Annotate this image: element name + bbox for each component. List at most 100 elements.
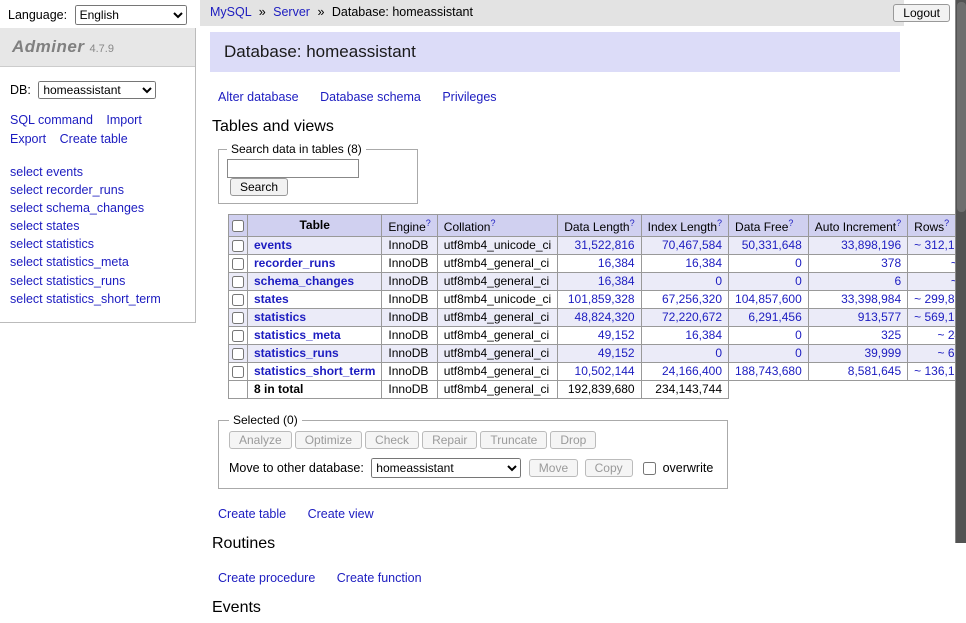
auto_increment-link[interactable]: 8,581,645	[848, 364, 901, 378]
search-input[interactable]	[227, 159, 359, 178]
row-checkbox[interactable]	[232, 240, 244, 252]
help-icon[interactable]: ?	[788, 218, 793, 228]
breadcrumb-separator: »	[317, 5, 324, 19]
index_length-link[interactable]: 72,220,672	[662, 310, 722, 324]
optimize-button[interactable]: Optimize	[295, 431, 362, 449]
data_length-link[interactable]: 16,384	[598, 256, 635, 270]
index_length-link[interactable]: 24,166,400	[662, 364, 722, 378]
data_free-link[interactable]: 0	[795, 328, 802, 342]
sidebar-table-link-select-statistics-runs[interactable]: select statistics_runs	[10, 272, 185, 290]
sidebar-table-link-select-recorder-runs[interactable]: select recorder_runs	[10, 181, 185, 199]
adminer-logo[interactable]: Adminer	[12, 37, 84, 56]
auto_increment-link[interactable]: 378	[881, 256, 901, 270]
overwrite-checkbox[interactable]	[643, 462, 656, 475]
select-all-checkbox[interactable]	[232, 220, 244, 232]
footer-link-create-table[interactable]: Create table	[218, 507, 286, 521]
data_length-link[interactable]: 48,824,320	[575, 310, 635, 324]
drop-button[interactable]: Drop	[550, 431, 596, 449]
sidebar-table-link-select-statistics-meta[interactable]: select statistics_meta	[10, 253, 185, 271]
auto_increment-link[interactable]: 33,398,984	[841, 292, 901, 306]
index_length-link[interactable]: 67,256,320	[662, 292, 722, 306]
breadcrumb-server-link[interactable]: Server	[273, 5, 310, 19]
scrollbar[interactable]	[955, 0, 966, 543]
sidebar-link-create-table[interactable]: Create table	[60, 132, 128, 146]
index_length-link[interactable]: 16,384	[685, 328, 722, 342]
cell-engine: InnoDB	[382, 237, 437, 255]
move-db-select[interactable]: homeassistant	[371, 458, 521, 478]
data_free-link[interactable]: 104,857,600	[735, 292, 802, 306]
table-name-link[interactable]: schema_changes	[254, 274, 354, 288]
help-icon[interactable]: ?	[630, 218, 635, 228]
table-row: statesInnoDButf8mb4_unicode_ci101,859,32…	[229, 291, 966, 309]
move-button[interactable]: Move	[529, 459, 578, 477]
help-icon[interactable]: ?	[490, 218, 495, 228]
truncate-button[interactable]: Truncate	[480, 431, 547, 449]
data_free-link[interactable]: 50,331,648	[742, 238, 802, 252]
table-name-link[interactable]: statistics_meta	[254, 328, 341, 342]
footer-link-create-view[interactable]: Create view	[308, 507, 374, 521]
index_length-link[interactable]: 16,384	[685, 256, 722, 270]
help-icon[interactable]: ?	[717, 218, 722, 228]
routine-link-create-procedure[interactable]: Create procedure	[218, 571, 315, 585]
check-button[interactable]: Check	[365, 431, 419, 449]
nav-link-database-schema[interactable]: Database schema	[320, 90, 421, 104]
copy-button[interactable]: Copy	[585, 459, 633, 477]
data_length-link[interactable]: 16,384	[598, 274, 635, 288]
row-checkbox[interactable]	[232, 276, 244, 288]
breadcrumb-mysql-link[interactable]: MySQL	[210, 5, 251, 19]
table-name-link[interactable]: recorder_runs	[254, 256, 335, 270]
help-icon[interactable]: ?	[944, 218, 949, 228]
data_free-link[interactable]: 0	[795, 274, 802, 288]
cell-data_free: 104,857,600	[729, 291, 809, 309]
sidebar-link-sql-command[interactable]: SQL command	[10, 113, 93, 127]
index_length-link[interactable]: 0	[715, 274, 722, 288]
data_free-link[interactable]: 188,743,680	[735, 364, 802, 378]
search-button[interactable]: Search	[230, 178, 288, 196]
auto_increment-link[interactable]: 39,999	[864, 346, 901, 360]
repair-button[interactable]: Repair	[422, 431, 477, 449]
table-name-link[interactable]: states	[254, 292, 289, 306]
sidebar-link-export[interactable]: Export	[10, 132, 46, 146]
index_length-link[interactable]: 0	[715, 346, 722, 360]
row-checkbox[interactable]	[232, 294, 244, 306]
nav-link-alter-database[interactable]: Alter database	[218, 90, 299, 104]
help-icon[interactable]: ?	[896, 218, 901, 228]
index_length-link[interactable]: 70,467,584	[662, 238, 722, 252]
table-name-link[interactable]: statistics_short_term	[254, 364, 375, 378]
scrollbar-thumb[interactable]	[957, 2, 966, 212]
sidebar-table-link-select-statistics[interactable]: select statistics	[10, 235, 185, 253]
row-checkbox[interactable]	[232, 312, 244, 324]
row-checkbox[interactable]	[232, 258, 244, 270]
data_length-link[interactable]: 101,859,328	[568, 292, 635, 306]
data_length-link[interactable]: 49,152	[598, 328, 635, 342]
help-icon[interactable]: ?	[426, 218, 431, 228]
data_length-link[interactable]: 10,502,144	[575, 364, 635, 378]
logout-button[interactable]: Logout	[893, 4, 950, 22]
table-name-link[interactable]: statistics_runs	[254, 346, 339, 360]
sidebar-table-link-select-events[interactable]: select events	[10, 163, 185, 181]
table-name-link[interactable]: statistics	[254, 310, 306, 324]
auto_increment-link[interactable]: 325	[881, 328, 901, 342]
row-checkbox[interactable]	[232, 366, 244, 378]
db-select[interactable]: homeassistant	[38, 81, 156, 99]
sidebar-table-link-select-statistics-short-term[interactable]: select statistics_short_term	[10, 290, 185, 308]
sidebar-table-link-select-schema-changes[interactable]: select schema_changes	[10, 199, 185, 217]
data_free-link[interactable]: 6,291,456	[748, 310, 801, 324]
row-checkbox[interactable]	[232, 348, 244, 360]
data_length-link[interactable]: 31,522,816	[575, 238, 635, 252]
row-checkbox[interactable]	[232, 330, 244, 342]
analyze-button[interactable]: Analyze	[229, 431, 292, 449]
data_free-link[interactable]: 0	[795, 256, 802, 270]
table-name-link[interactable]: events	[254, 238, 292, 252]
auto_increment-link[interactable]: 6	[894, 274, 901, 288]
data_free-link[interactable]: 0	[795, 346, 802, 360]
language-select[interactable]: English	[75, 5, 187, 25]
auto_increment-link[interactable]: 913,577	[858, 310, 901, 324]
routine-link-create-function[interactable]: Create function	[337, 571, 422, 585]
auto_increment-link[interactable]: 33,898,196	[841, 238, 901, 252]
data_length-link[interactable]: 49,152	[598, 346, 635, 360]
sidebar-link-import[interactable]: Import	[106, 113, 141, 127]
sidebar-table-link-select-states[interactable]: select states	[10, 217, 185, 235]
row-check-cell	[229, 273, 248, 291]
nav-link-privileges[interactable]: Privileges	[442, 90, 496, 104]
